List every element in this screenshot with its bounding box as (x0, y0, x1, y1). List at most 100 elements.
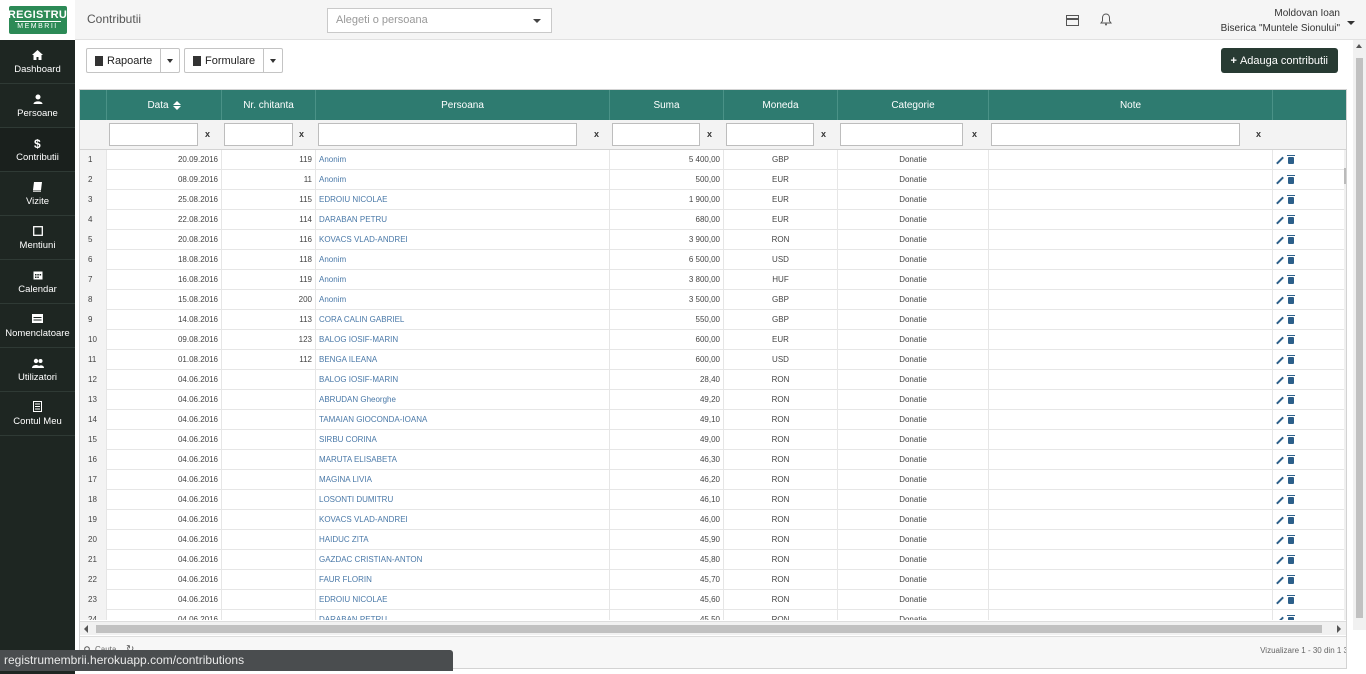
delete-trash-icon[interactable] (1287, 574, 1295, 584)
table-row[interactable]: 24 04.06.2016 DARABAN PETRU 45,50 RON Donatie (80, 610, 1346, 620)
grid-vertical-scrollbar[interactable] (1344, 150, 1346, 620)
sidebar-item-persoane[interactable]: Persoane (0, 84, 75, 128)
person-link[interactable]: DARABAN PETRU (316, 610, 610, 620)
person-link[interactable]: ABRUDAN Gheorghe (316, 390, 610, 410)
person-link[interactable]: Anonim (316, 250, 610, 270)
sidebar-item-nomenclatoare[interactable]: Nomenclatoare (0, 304, 75, 348)
edit-pencil-icon[interactable] (1277, 357, 1284, 364)
person-link[interactable]: Anonim (316, 290, 610, 310)
person-link[interactable]: BENGA ILEANA (316, 350, 610, 370)
person-link[interactable]: GAZDAC CRISTIAN-ANTON (316, 550, 610, 570)
table-row[interactable]: 10 09.08.2016 123 BALOG IOSIF-MARIN 600,00 EU… (80, 330, 1346, 350)
delete-trash-icon[interactable] (1287, 374, 1295, 384)
forms-dropdown-toggle[interactable] (264, 49, 282, 72)
person-link[interactable]: Anonim (316, 170, 610, 190)
grid-horizontal-scroll-thumb[interactable] (96, 625, 1322, 633)
table-row[interactable]: 2 08.09.2016 11 Anonim 500,00 EUR Donatie (80, 170, 1346, 190)
edit-pencil-icon[interactable] (1277, 557, 1284, 564)
filter-receipt-input[interactable] (224, 123, 293, 146)
person-link[interactable]: KOVACS VLAD-ANDREI (316, 230, 610, 250)
table-row[interactable]: 6 18.08.2016 118 Anonim 6 500,00 USD Donatie (80, 250, 1346, 270)
header-date[interactable]: Data (107, 90, 222, 120)
header-note[interactable]: Note (989, 90, 1273, 120)
delete-trash-icon[interactable] (1287, 414, 1295, 424)
clear-person-filter-icon[interactable]: x (594, 129, 599, 139)
clear-date-filter-icon[interactable]: x (205, 129, 210, 139)
app-logo[interactable]: REGISTRU MEMBRII (8, 6, 67, 34)
table-row[interactable]: 9 14.08.2016 113 CORA CALIN GABRIEL 550,00 GB… (80, 310, 1346, 330)
delete-trash-icon[interactable] (1287, 314, 1295, 324)
person-link[interactable]: SIRBU CORINA (316, 430, 610, 450)
page-scrollbar[interactable] (1353, 40, 1366, 630)
table-row[interactable]: 5 20.08.2016 116 KOVACS VLAD-ANDREI 3 900,00… (80, 230, 1346, 250)
edit-pencil-icon[interactable] (1277, 317, 1284, 324)
edit-pencil-icon[interactable] (1277, 217, 1284, 224)
page-scroll-thumb[interactable] (1356, 58, 1363, 618)
reports-dropdown-toggle[interactable] (161, 49, 179, 72)
edit-pencil-icon[interactable] (1277, 537, 1284, 544)
clear-category-filter-icon[interactable]: x (972, 129, 977, 139)
clear-note-filter-icon[interactable]: x (1256, 129, 1261, 139)
delete-trash-icon[interactable] (1287, 274, 1295, 284)
edit-pencil-icon[interactable] (1277, 517, 1284, 524)
table-row[interactable]: 20 04.06.2016 HAIDUC ZITA 45,90 RON Donatie (80, 530, 1346, 550)
table-row[interactable]: 7 16.08.2016 119 Anonim 3 800,00 HUF Donatie (80, 270, 1346, 290)
sidebar-item-utilizatori[interactable]: Utilizatori (0, 348, 75, 392)
scroll-left-arrow-icon[interactable] (84, 625, 88, 633)
filter-currency-input[interactable] (726, 123, 814, 146)
edit-pencil-icon[interactable] (1277, 297, 1284, 304)
delete-trash-icon[interactable] (1287, 334, 1295, 344)
grid-horizontal-scrollbar[interactable] (80, 621, 1346, 635)
person-link[interactable]: DARABAN PETRU (316, 210, 610, 230)
edit-pencil-icon[interactable] (1277, 237, 1284, 244)
filter-note-input[interactable] (991, 123, 1240, 146)
edit-pencil-icon[interactable] (1277, 417, 1284, 424)
delete-trash-icon[interactable] (1287, 254, 1295, 264)
delete-trash-icon[interactable] (1287, 454, 1295, 464)
table-row[interactable]: 1 20.09.2016 119 Anonim 5 400,00 GBP Donatie (80, 150, 1346, 170)
user-chevron-down-icon[interactable] (1347, 21, 1355, 25)
table-row[interactable]: 21 04.06.2016 GAZDAC CRISTIAN-ANTON 45,80 RO… (80, 550, 1346, 570)
grid-vertical-scroll-thumb[interactable] (1344, 168, 1346, 184)
table-row[interactable]: 3 25.08.2016 115 EDROIU NICOLAE 1 900,00 EUR D… (80, 190, 1346, 210)
filter-category-input[interactable] (840, 123, 963, 146)
card-icon[interactable] (1066, 13, 1080, 27)
header-currency[interactable]: Moneda (724, 90, 838, 120)
header-category[interactable]: Categorie (838, 90, 989, 120)
delete-trash-icon[interactable] (1287, 554, 1295, 564)
logo-container[interactable]: REGISTRU MEMBRII (0, 0, 75, 40)
header-person[interactable]: Persoana (316, 90, 610, 120)
person-link[interactable]: MAGINA LIVIA (316, 470, 610, 490)
table-row[interactable]: 11 01.08.2016 112 BENGA ILEANA 600,00 USD Dona… (80, 350, 1346, 370)
sidebar-item-mentiuni[interactable]: Mentiuni (0, 216, 75, 260)
person-link[interactable]: BALOG IOSIF-MARIN (316, 370, 610, 390)
table-row[interactable]: 14 04.06.2016 TAMAIAN GIOCONDA-IOANA 49,10 R… (80, 410, 1346, 430)
table-row[interactable]: 4 22.08.2016 114 DARABAN PETRU 680,00 EUR Dona… (80, 210, 1346, 230)
table-row[interactable]: 22 04.06.2016 FAUR FLORIN 45,70 RON Donatie (80, 570, 1346, 590)
filter-person-input[interactable] (318, 123, 577, 146)
clear-sum-filter-icon[interactable]: x (707, 129, 712, 139)
sidebar-item-contributii[interactable]: $ Contributii (0, 128, 75, 172)
sort-icon[interactable] (172, 101, 181, 110)
table-row[interactable]: 18 04.06.2016 LOSONTI DUMITRU 46,10 RON Donat… (80, 490, 1346, 510)
sidebar-item-vizite[interactable]: Vizite (0, 172, 75, 216)
forms-button[interactable]: Formulare (185, 49, 265, 72)
table-row[interactable]: 23 04.06.2016 EDROIU NICOLAE 45,60 RON Donati… (80, 590, 1346, 610)
reports-button[interactable]: Rapoarte (87, 49, 162, 72)
add-contribution-button[interactable]: + Adauga contributii (1220, 48, 1338, 73)
header-sum[interactable]: Suma (610, 90, 724, 120)
table-row[interactable]: 15 04.06.2016 SIRBU CORINA 49,00 RON Donatie (80, 430, 1346, 450)
person-link[interactable]: EDROIU NICOLAE (316, 590, 610, 610)
delete-trash-icon[interactable] (1287, 434, 1295, 444)
header-receipt-nr[interactable]: Nr. chitanta (222, 90, 316, 120)
edit-pencil-icon[interactable] (1277, 337, 1284, 344)
delete-trash-icon[interactable] (1287, 514, 1295, 524)
delete-trash-icon[interactable] (1287, 494, 1295, 504)
user-menu[interactable]: Moldovan Ioan Biserica "Muntele Sionului… (1221, 6, 1340, 36)
table-row[interactable]: 13 04.06.2016 ABRUDAN Gheorghe 49,20 RON Dona… (80, 390, 1346, 410)
table-row[interactable]: 17 04.06.2016 MAGINA LIVIA 46,20 RON Donatie (80, 470, 1346, 490)
sidebar-item-dashboard[interactable]: Dashboard (0, 40, 75, 84)
delete-trash-icon[interactable] (1287, 354, 1295, 364)
scroll-up-arrow-icon[interactable] (1356, 44, 1362, 48)
edit-pencil-icon[interactable] (1277, 597, 1284, 604)
